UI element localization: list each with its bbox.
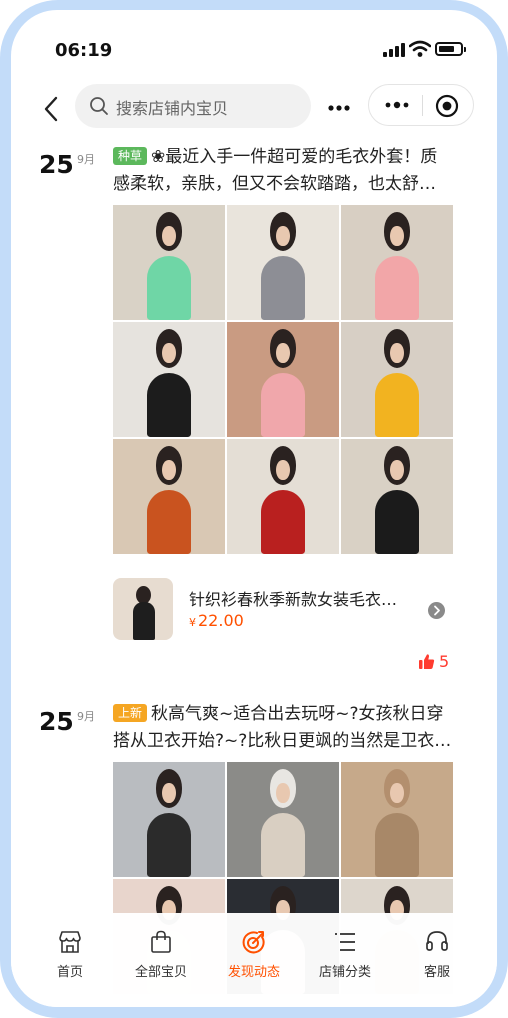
wifi-icon bbox=[409, 40, 431, 57]
capsule-close-icon[interactable] bbox=[435, 94, 459, 118]
post-tag: 上新 bbox=[113, 704, 148, 722]
list-icon bbox=[335, 933, 355, 951]
tab-label: 店铺分类 bbox=[318, 965, 371, 980]
product-name: 针织衫春秋季新款女装毛衣… bbox=[189, 590, 398, 609]
tab-categories[interactable]: 店铺分类 bbox=[310, 929, 380, 980]
post-text[interactable]: 种草 ❀最近入手一件超可爱的毛衣外套！质感柔软，亲肤，但又不会软踏踏，也太舒… bbox=[113, 144, 453, 198]
post-text[interactable]: 上新 秋高气爽~适合出去玩呀~?女孩秋日穿搭从卫衣开始?~?比秋日更飒的当然是卫衣… bbox=[113, 701, 453, 755]
post-image[interactable] bbox=[113, 762, 225, 877]
post-image[interactable] bbox=[113, 205, 225, 320]
mini-program-capsule bbox=[368, 84, 474, 126]
tab-label: 客服 bbox=[423, 965, 450, 980]
like-button[interactable]: 5 bbox=[418, 652, 449, 671]
search-icon bbox=[90, 97, 108, 115]
cellular-signal-icon bbox=[383, 43, 405, 57]
thumbs-up-icon bbox=[419, 654, 435, 669]
post-day: 25 bbox=[39, 150, 74, 179]
capsule-divider bbox=[422, 95, 423, 116]
headset-icon bbox=[426, 931, 448, 951]
tab-label: 发现动态 bbox=[227, 965, 280, 980]
tab-label: 首页 bbox=[56, 965, 83, 980]
post-content: ❀最近入手一件超可爱的毛衣外套！质感柔软，亲肤，但又不会软踏踏，也太舒… bbox=[113, 147, 438, 194]
post-content: 秋高气爽~适合出去玩呀~?女孩秋日穿搭从卫衣开始?~?比秋日更飒的当然是卫衣… bbox=[113, 704, 452, 751]
tab-discover[interactable]: 发现动态 bbox=[219, 929, 289, 980]
bag-icon bbox=[151, 930, 171, 953]
status-time: 06:19 bbox=[55, 40, 113, 61]
search-bar[interactable]: 搜索店铺内宝贝 bbox=[75, 84, 311, 128]
bottom-tab-bar: 首页 全部宝贝 发现动态 店铺分类 客服 bbox=[11, 913, 497, 1007]
phone-screen: 06:19 搜索店铺内宝贝 25 9月 种草 ❀最近入手一件超可爱的毛衣外套！质… bbox=[11, 10, 497, 1007]
tab-label: 全部宝贝 bbox=[134, 965, 187, 980]
device-frame: 06:19 搜索店铺内宝贝 25 9月 种草 ❀最近入手一件超可爱的毛衣外套！质… bbox=[0, 0, 508, 1018]
price-currency: ¥ bbox=[189, 616, 196, 629]
more-options-icon[interactable] bbox=[321, 90, 357, 126]
product-price: ¥22.00 bbox=[189, 611, 244, 630]
price-value: 22.00 bbox=[198, 611, 244, 630]
post-image[interactable] bbox=[227, 439, 339, 554]
tab-customer-service[interactable]: 客服 bbox=[402, 929, 472, 980]
post-image[interactable] bbox=[227, 322, 339, 437]
like-count: 5 bbox=[439, 652, 450, 671]
post-tag: 种草 bbox=[113, 147, 148, 165]
tab-all-items[interactable]: 全部宝贝 bbox=[126, 929, 196, 980]
post-image-grid bbox=[113, 205, 453, 554]
capsule-menu-icon[interactable] bbox=[383, 95, 411, 115]
discover-icon bbox=[242, 931, 265, 954]
chevron-right-icon bbox=[428, 602, 445, 619]
tab-home[interactable]: 首页 bbox=[35, 929, 105, 980]
post-image[interactable] bbox=[227, 762, 339, 877]
shop-icon bbox=[59, 931, 81, 953]
status-bar: 06:19 bbox=[11, 10, 497, 80]
post-image[interactable] bbox=[341, 205, 453, 320]
post-image[interactable] bbox=[227, 205, 339, 320]
post-image[interactable] bbox=[341, 439, 453, 554]
product-thumbnail bbox=[113, 578, 173, 640]
post-image[interactable] bbox=[113, 439, 225, 554]
post-image[interactable] bbox=[113, 322, 225, 437]
post-month: 9月 bbox=[77, 153, 95, 166]
post-month: 9月 bbox=[77, 710, 95, 723]
post-day: 25 bbox=[39, 707, 74, 736]
battery-icon bbox=[435, 42, 466, 56]
linked-product-card[interactable]: 针织衫春秋季新款女装毛衣… ¥22.00 bbox=[113, 578, 453, 640]
post-image[interactable] bbox=[341, 322, 453, 437]
back-arrow-icon[interactable] bbox=[39, 94, 65, 124]
search-placeholder: 搜索店铺内宝贝 bbox=[116, 99, 229, 118]
post-image[interactable] bbox=[341, 762, 453, 877]
